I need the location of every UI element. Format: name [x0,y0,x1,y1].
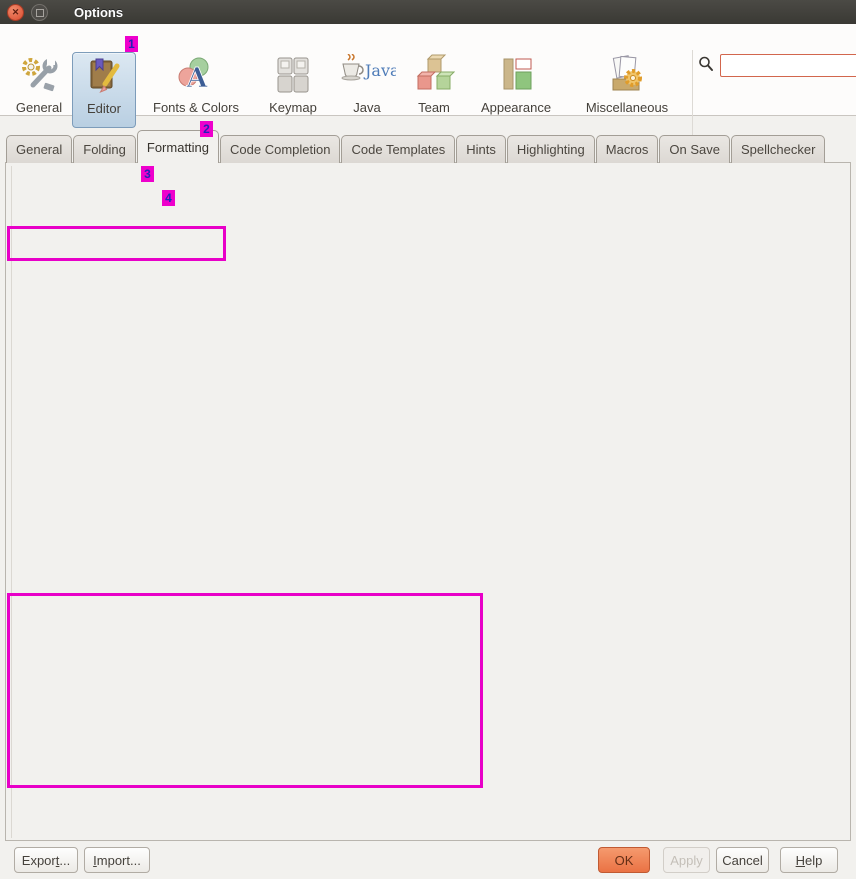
search-input[interactable] [720,54,856,77]
cancel-button[interactable]: Cancel [716,847,769,873]
tab-spellchecker[interactable]: Spellchecker [731,135,825,163]
letter-a-colors-icon: A [175,52,217,98]
book-pencil-icon [83,53,125,99]
editor-tabstrip: General Folding Formatting Code Completi… [6,130,826,163]
java-cup-icon: Java [338,52,396,98]
panel-inner-border [11,166,12,838]
layout-blocks-icon [495,52,537,98]
tab-general[interactable]: General [6,135,72,163]
tab-code-templates[interactable]: Code Templates [341,135,455,163]
toolbar-item-miscellaneous[interactable]: Miscellaneous [566,52,688,132]
import-button[interactable]: Import... [84,847,150,873]
toolbar-item-appearance[interactable]: Appearance [468,52,564,132]
tab-hints[interactable]: Hints [456,135,506,163]
papers-gear-icon [606,52,648,98]
toolbar-item-team[interactable]: Team [404,52,464,132]
keyboard-keys-icon [272,52,314,98]
toolbar-item-label: Keymap [269,100,317,115]
toolbar-item-label: Appearance [481,100,551,115]
toolbar-item-label: Fonts & Colors [153,100,239,115]
restore-icon[interactable] [31,4,48,21]
tab-on-save[interactable]: On Save [659,135,730,163]
toolbar-item-label: General [16,100,62,115]
toolbar-separator [692,50,693,136]
toolbar-item-general[interactable]: General [8,52,70,132]
options-dialog: Options General [0,0,856,879]
help-button[interactable]: Help [780,847,838,873]
tab-folding[interactable]: Folding [73,135,136,163]
apply-button[interactable]: Apply [663,847,710,873]
formatting-panel [5,162,851,841]
toolbar-item-label: Editor [87,101,121,116]
cubes-icon [413,52,455,98]
toolbar-item-keymap[interactable]: Keymap [252,52,334,132]
close-icon[interactable] [7,4,24,21]
category-toolbar: General Editor A [0,24,856,116]
tab-highlighting[interactable]: Highlighting [507,135,595,163]
tab-macros[interactable]: Macros [596,135,659,163]
search-icon [698,56,714,75]
svg-text:Java: Java [363,61,396,80]
toolbar-item-label: Java [353,100,380,115]
titlebar: Options [0,0,856,24]
export-button[interactable]: Export... [14,847,78,873]
toolbar-item-label: Miscellaneous [586,100,668,115]
ok-button[interactable]: OK [598,847,650,873]
tab-code-completion[interactable]: Code Completion [220,135,340,163]
gears-wrench-icon [18,52,60,98]
tab-formatting[interactable]: Formatting [137,130,219,163]
svg-text:A: A [186,63,209,94]
toolbar-item-java[interactable]: Java Java [336,52,398,132]
toolbar-item-editor[interactable]: Editor [72,52,136,128]
window-title: Options [74,5,123,20]
toolbar-item-label: Team [418,100,450,115]
toolbar-item-fonts-colors[interactable]: A Fonts & Colors [144,52,248,132]
